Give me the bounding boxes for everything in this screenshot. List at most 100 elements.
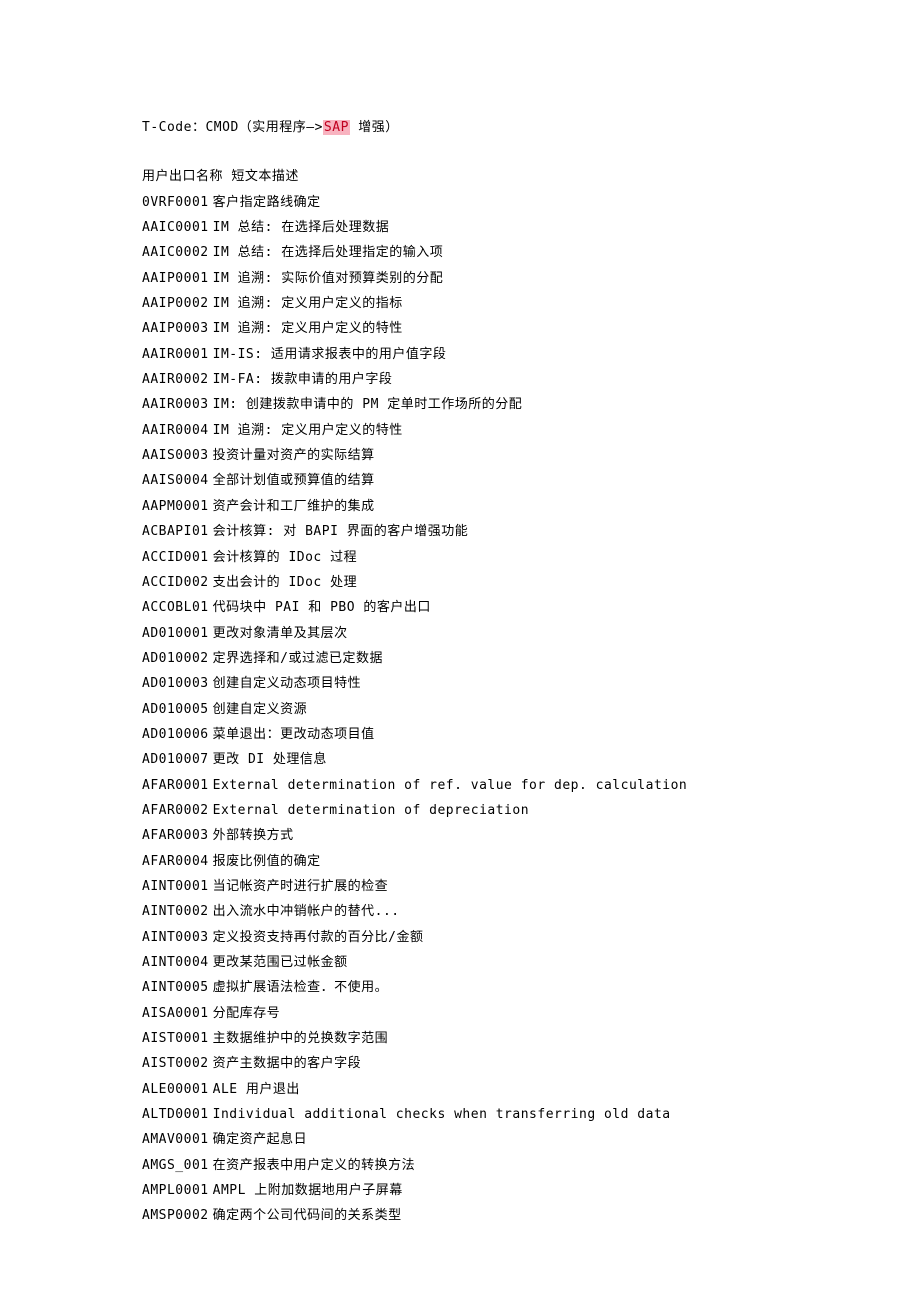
table-row: AFAR0004 报废比例值的确定	[142, 849, 800, 874]
table-row: AD010007更改 DI 处理信息	[142, 747, 800, 772]
exit-description: External determination of depreciation	[213, 803, 529, 818]
table-row: ALTD0001Individual additional checks whe…	[142, 1102, 800, 1127]
exit-description: 确定资产起息日	[213, 1132, 308, 1147]
title-highlight: SAP	[323, 120, 350, 135]
exit-code: AD010001	[142, 626, 209, 641]
table-row: AAIP0003IM 追溯: 定义用户定义的特性	[142, 316, 800, 341]
table-row: AMPL0001 AMPL 上附加数据地用户子屏幕	[142, 1178, 800, 1203]
table-row: AAIC0002 IM 总结: 在选择后处理指定的输入项	[142, 240, 800, 265]
exit-code: AMSP0002	[142, 1208, 209, 1223]
exit-code: ALE00001	[142, 1082, 209, 1097]
title-suffix: 增强）	[350, 120, 399, 135]
document-page: T-Code：CMOD（实用程序—>SAP 增强） 用户出口名称 短文本描述 0…	[0, 0, 920, 1302]
exit-code: AAIR0004	[142, 423, 209, 438]
rows-container: 0VRF0001客户指定路线确定AAIC0001IM 总结: 在选择后处理数据A…	[142, 190, 800, 1229]
exit-code: ACBAPI01	[142, 524, 209, 539]
exit-code: AINT0005	[142, 980, 209, 995]
table-row: ALE00001ALE 用户退出	[142, 1077, 800, 1102]
exit-code: AD010006	[142, 727, 209, 742]
exit-description: 支出会计的 IDoc 处理	[213, 575, 357, 590]
table-row: ACCID001 会计核算的 IDoc 过程	[142, 545, 800, 570]
exit-code: AAIC0002	[142, 245, 209, 260]
table-row: AINT0003定义投资支持再付款的百分比/金额	[142, 925, 800, 950]
exit-code: ACCID001	[142, 550, 209, 565]
table-row: AD010005创建自定义资源	[142, 697, 800, 722]
table-row: ACCOBL01 代码块中 PAI 和 PBO 的客户出口	[142, 595, 800, 620]
exit-code: AMAV0001	[142, 1132, 209, 1147]
exit-description: 在资产报表中用户定义的转换方法	[213, 1158, 416, 1173]
exit-code: AFAR0001	[142, 778, 209, 793]
exit-code: AINT0001	[142, 879, 209, 894]
exit-description: Individual additional checks when transf…	[213, 1107, 671, 1122]
table-row: AMAV0001 确定资产起息日	[142, 1127, 800, 1152]
exit-code: AFAR0004	[142, 854, 209, 869]
exit-description: 会计核算的 IDoc 过程	[213, 550, 357, 565]
exit-code: AAIS0004	[142, 473, 209, 488]
exit-description: 创建自定义动态项目特性	[213, 676, 362, 691]
table-row: AISA0001分配库存号	[142, 1001, 800, 1026]
exit-code: AAIR0002	[142, 372, 209, 387]
exit-code: AMPL0001	[142, 1183, 209, 1198]
table-row: AINT0001 当记帐资产时进行扩展的检查	[142, 874, 800, 899]
table-row: AAIP0002IM 追溯: 定义用户定义的指标	[142, 291, 800, 316]
table-row: AINT0002出入流水中冲销帐户的替代...	[142, 899, 800, 924]
exit-description: 更改对象清单及其层次	[213, 626, 348, 641]
exit-description: 创建自定义资源	[213, 702, 308, 717]
exit-code: AAIP0001	[142, 271, 209, 286]
exit-description: 确定两个公司代码间的关系类型	[213, 1208, 402, 1223]
exit-description: AMPL 上附加数据地用户子屏幕	[213, 1183, 403, 1198]
table-row: 0VRF0001 客户指定路线确定	[142, 190, 800, 215]
table-row: AD010001 更改对象清单及其层次	[142, 621, 800, 646]
exit-description: 代码块中 PAI 和 PBO 的客户出口	[213, 600, 431, 615]
table-row: AAIR0001 IM-IS: 适用请求报表中的用户值字段	[142, 342, 800, 367]
exit-description: IM-IS: 适用请求报表中的用户值字段	[213, 347, 447, 362]
table-row: AIST0002资产主数据中的客户字段	[142, 1051, 800, 1076]
table-row: AAIP0001 IM 追溯: 实际价值对预算类别的分配	[142, 266, 800, 291]
exit-code: AD010003	[142, 676, 209, 691]
exit-description: 更改 DI 处理信息	[213, 752, 327, 767]
table-row: AAIR0002IM-FA: 拨款申请的用户字段	[142, 367, 800, 392]
exit-description: 客户指定路线确定	[213, 195, 321, 210]
title-prefix: T-Code：CMOD（实用程序—>	[142, 120, 323, 135]
table-row: AINT0004更改某范围已过帐金额	[142, 950, 800, 975]
table-row: AD010006菜单退出：更改动态项目值	[142, 722, 800, 747]
exit-code: AAPM0001	[142, 499, 209, 514]
exit-description: 定界选择和/或过滤已定数据	[213, 651, 383, 666]
exit-description: 报废比例值的确定	[213, 854, 321, 869]
exit-code: AINT0002	[142, 904, 209, 919]
table-row: AFAR0002External determination of deprec…	[142, 798, 800, 823]
exit-description: 虚拟扩展语法检查．不使用。	[213, 980, 389, 995]
table-row: ACBAPI01 会计核算: 对 BAPI 界面的客户增强功能	[142, 519, 800, 544]
exit-description: 投资计量对资产的实际结算	[213, 448, 375, 463]
exit-code: 0VRF0001	[142, 195, 209, 210]
table-row: AAIS0003投资计量对资产的实际结算	[142, 443, 800, 468]
exit-description: 外部转换方式	[213, 828, 294, 843]
table-row: AINT0005 虚拟扩展语法检查．不使用。	[142, 975, 800, 1000]
exit-code: AMGS_001	[142, 1158, 209, 1173]
exit-code: ACCOBL01	[142, 600, 209, 615]
exit-description: 会计核算: 对 BAPI 界面的客户增强功能	[213, 524, 469, 539]
exit-description: IM 追溯: 实际价值对预算类别的分配	[213, 271, 444, 286]
exit-description: IM 追溯: 定义用户定义的特性	[213, 423, 403, 438]
table-row: AAIC0001IM 总结: 在选择后处理数据	[142, 215, 800, 240]
exit-code: AAIR0003	[142, 397, 209, 412]
exit-code: AINT0004	[142, 955, 209, 970]
exit-code: AIST0002	[142, 1056, 209, 1071]
table-row: AD010002定界选择和/或过滤已定数据	[142, 646, 800, 671]
title-line: T-Code：CMOD（实用程序—>SAP 增强）	[142, 115, 800, 140]
table-row: AFAR0003外部转换方式	[142, 823, 800, 848]
exit-code: AAIR0001	[142, 347, 209, 362]
exit-description: IM 追溯: 定义用户定义的指标	[213, 296, 403, 311]
table-row: ACCID002 支出会计的 IDoc 处理	[142, 570, 800, 595]
exit-code: ACCID002	[142, 575, 209, 590]
exit-description: 资产会计和工厂维护的集成	[213, 499, 375, 514]
table-row: AAPM0001 资产会计和工厂维护的集成	[142, 494, 800, 519]
exit-description: External determination of ref. value for…	[213, 778, 688, 793]
exit-description: IM: 创建拨款申请中的 PM 定单时工作场所的分配	[213, 397, 523, 412]
exit-description: 当记帐资产时进行扩展的检查	[213, 879, 389, 894]
table-row: AAIS0004 全部计划值或预算值的结算	[142, 468, 800, 493]
exit-description: 全部计划值或预算值的结算	[213, 473, 375, 488]
exit-description: IM 总结: 在选择后处理数据	[213, 220, 390, 235]
table-row: AFAR0001 External determination of ref. v…	[142, 773, 800, 798]
exit-description: IM 总结: 在选择后处理指定的输入项	[213, 245, 444, 260]
